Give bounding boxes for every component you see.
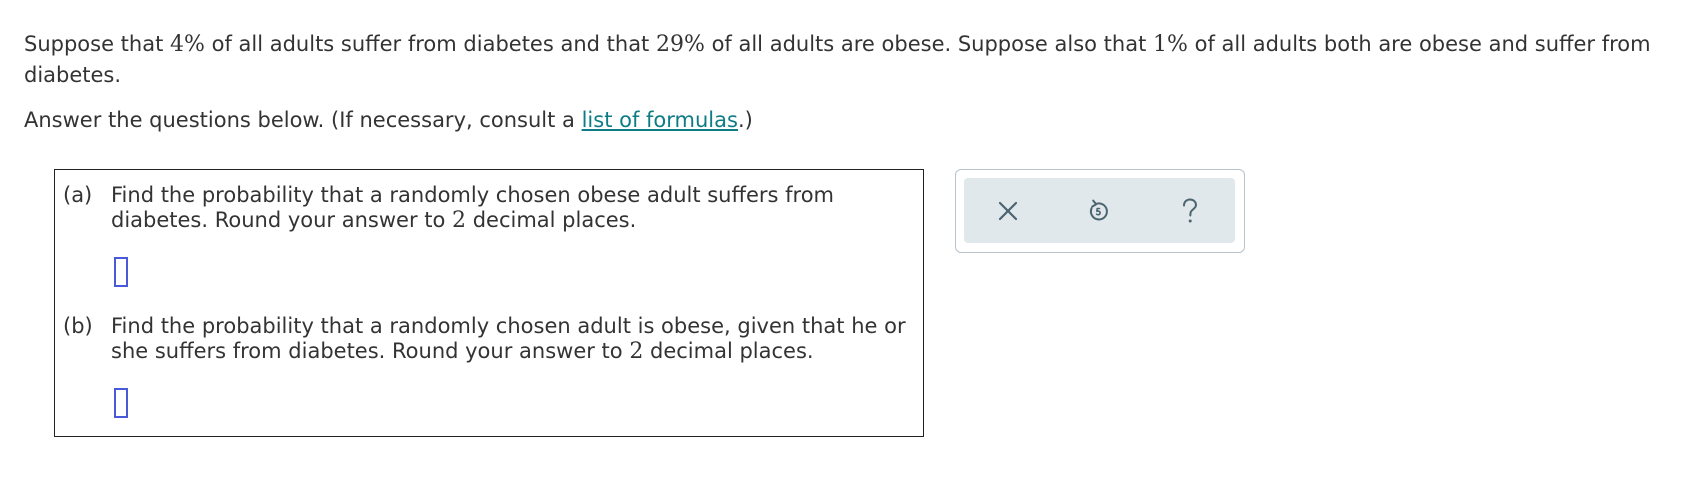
undo-icon: [1089, 199, 1108, 221]
question-a: (a) Find the probability that a randomly…: [63, 183, 911, 233]
question-b: (b) Find the probability that a randomly…: [63, 314, 911, 364]
clear-button[interactable]: [991, 194, 1025, 228]
answer-input-b[interactable]: [114, 388, 128, 418]
toolbar-buttons: [964, 178, 1235, 243]
problem-paragraph: Suppose that 4% of all adults suffer fro…: [24, 29, 1674, 91]
problem-statement: Suppose that 4% of all adults suffer fro…: [24, 29, 1674, 136]
both-percent: 1%: [1153, 32, 1188, 57]
instructions-paragraph: Answer the questions below. (If necessar…: [24, 105, 1674, 136]
problem-text: of all adults suffer from diabetes and t…: [204, 32, 656, 56]
question-text-part: decimal places.: [643, 339, 814, 363]
diabetes-percent: 4%: [170, 32, 205, 57]
obese-percent: 29%: [655, 32, 705, 57]
question-mark-icon: [1183, 198, 1198, 223]
answer-toolbar: [955, 169, 1245, 253]
problem-text: of all adults are obese. Suppose also th…: [704, 32, 1154, 56]
question-letter: (a): [63, 183, 93, 207]
instructions-text: Answer the questions below. (If necessar…: [24, 108, 582, 132]
help-button[interactable]: [1173, 194, 1207, 228]
decimal-places: 2: [629, 339, 644, 364]
question-text-part: decimal places.: [466, 208, 637, 232]
questions-panel: (a) Find the probability that a randomly…: [54, 169, 924, 437]
problem-text: Suppose that: [24, 32, 171, 56]
undo-button[interactable]: [1082, 194, 1116, 228]
list-of-formulas-link[interactable]: list of formulas: [582, 108, 738, 132]
question-letter: (b): [63, 314, 93, 338]
answer-input-a[interactable]: [114, 257, 128, 287]
decimal-places: 2: [452, 208, 467, 233]
question-text: Find the probability that a randomly cho…: [111, 183, 911, 233]
instructions-text: .): [737, 108, 753, 132]
question-text: Find the probability that a randomly cho…: [111, 314, 911, 364]
x-icon: [998, 201, 1018, 221]
